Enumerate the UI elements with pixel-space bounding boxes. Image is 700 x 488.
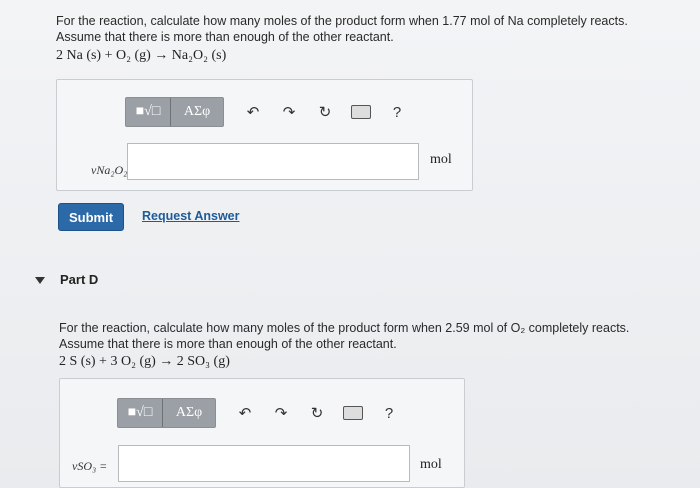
keyboard-shape [351,105,371,119]
question-d-line2: Assume that there is more than enough of… [59,337,397,351]
templates-button-d[interactable]: ■√□ [118,399,163,427]
undo-icon[interactable]: ↶ [240,99,266,125]
unit-c: mol [430,152,452,167]
templates-button[interactable]: ■√□ [126,98,171,126]
part-d-title[interactable]: Part D [60,272,98,287]
help-icon[interactable]: ? [376,400,402,426]
page: For the reaction, calculate how many mol… [0,0,700,488]
submit-button[interactable]: Submit [58,203,124,231]
toolbar-group-d: ■√□ ΑΣφ [117,398,216,428]
redo-icon[interactable]: ↷ [268,400,294,426]
undo-icon[interactable]: ↶ [232,400,258,426]
keyboard-icon[interactable] [340,400,366,426]
help-icon[interactable]: ? [384,99,410,125]
question-c-line2: Assume that there is more than enough of… [56,30,394,44]
templates-icon: ■√□ [127,405,153,420]
answer-input-d[interactable] [118,445,410,482]
question-d-line1: For the reaction, calculate how many mol… [59,321,630,335]
caret-down-icon[interactable] [35,277,45,284]
reset-icon[interactable]: ↻ [312,99,338,125]
greek-icon: ΑΣφ [175,405,203,420]
equation-c: 2 Na (s) + O₂ (g) → Na₂O₂ (s) [56,48,227,63]
greek-button-d[interactable]: ΑΣφ [163,399,215,427]
redo-icon[interactable]: ↷ [276,99,302,125]
answer-input-c[interactable] [127,143,419,180]
templates-icon: ■√□ [135,104,161,119]
greek-button[interactable]: ΑΣφ [171,98,223,126]
unit-d: mol [420,457,442,472]
math-toolbar-d: ■√□ ΑΣφ ↶ ↷ ↻ ? [117,398,402,428]
request-answer-link[interactable]: Request Answer [142,209,239,223]
greek-icon: ΑΣφ [183,104,211,119]
question-c-line1: For the reaction, calculate how many mol… [56,14,628,28]
toolbar-group-c: ■√□ ΑΣφ [125,97,224,127]
equation-d: 2 S (s) + 3 O₂ (g) → 2 SO₃ (g) [59,354,230,369]
keyboard-shape [343,406,363,420]
variable-label-d: νSO₃ = [72,459,108,473]
math-toolbar-c: ■√□ ΑΣφ ↶ ↷ ↻ ? [125,97,410,127]
keyboard-icon[interactable] [348,99,374,125]
reset-icon[interactable]: ↻ [304,400,330,426]
